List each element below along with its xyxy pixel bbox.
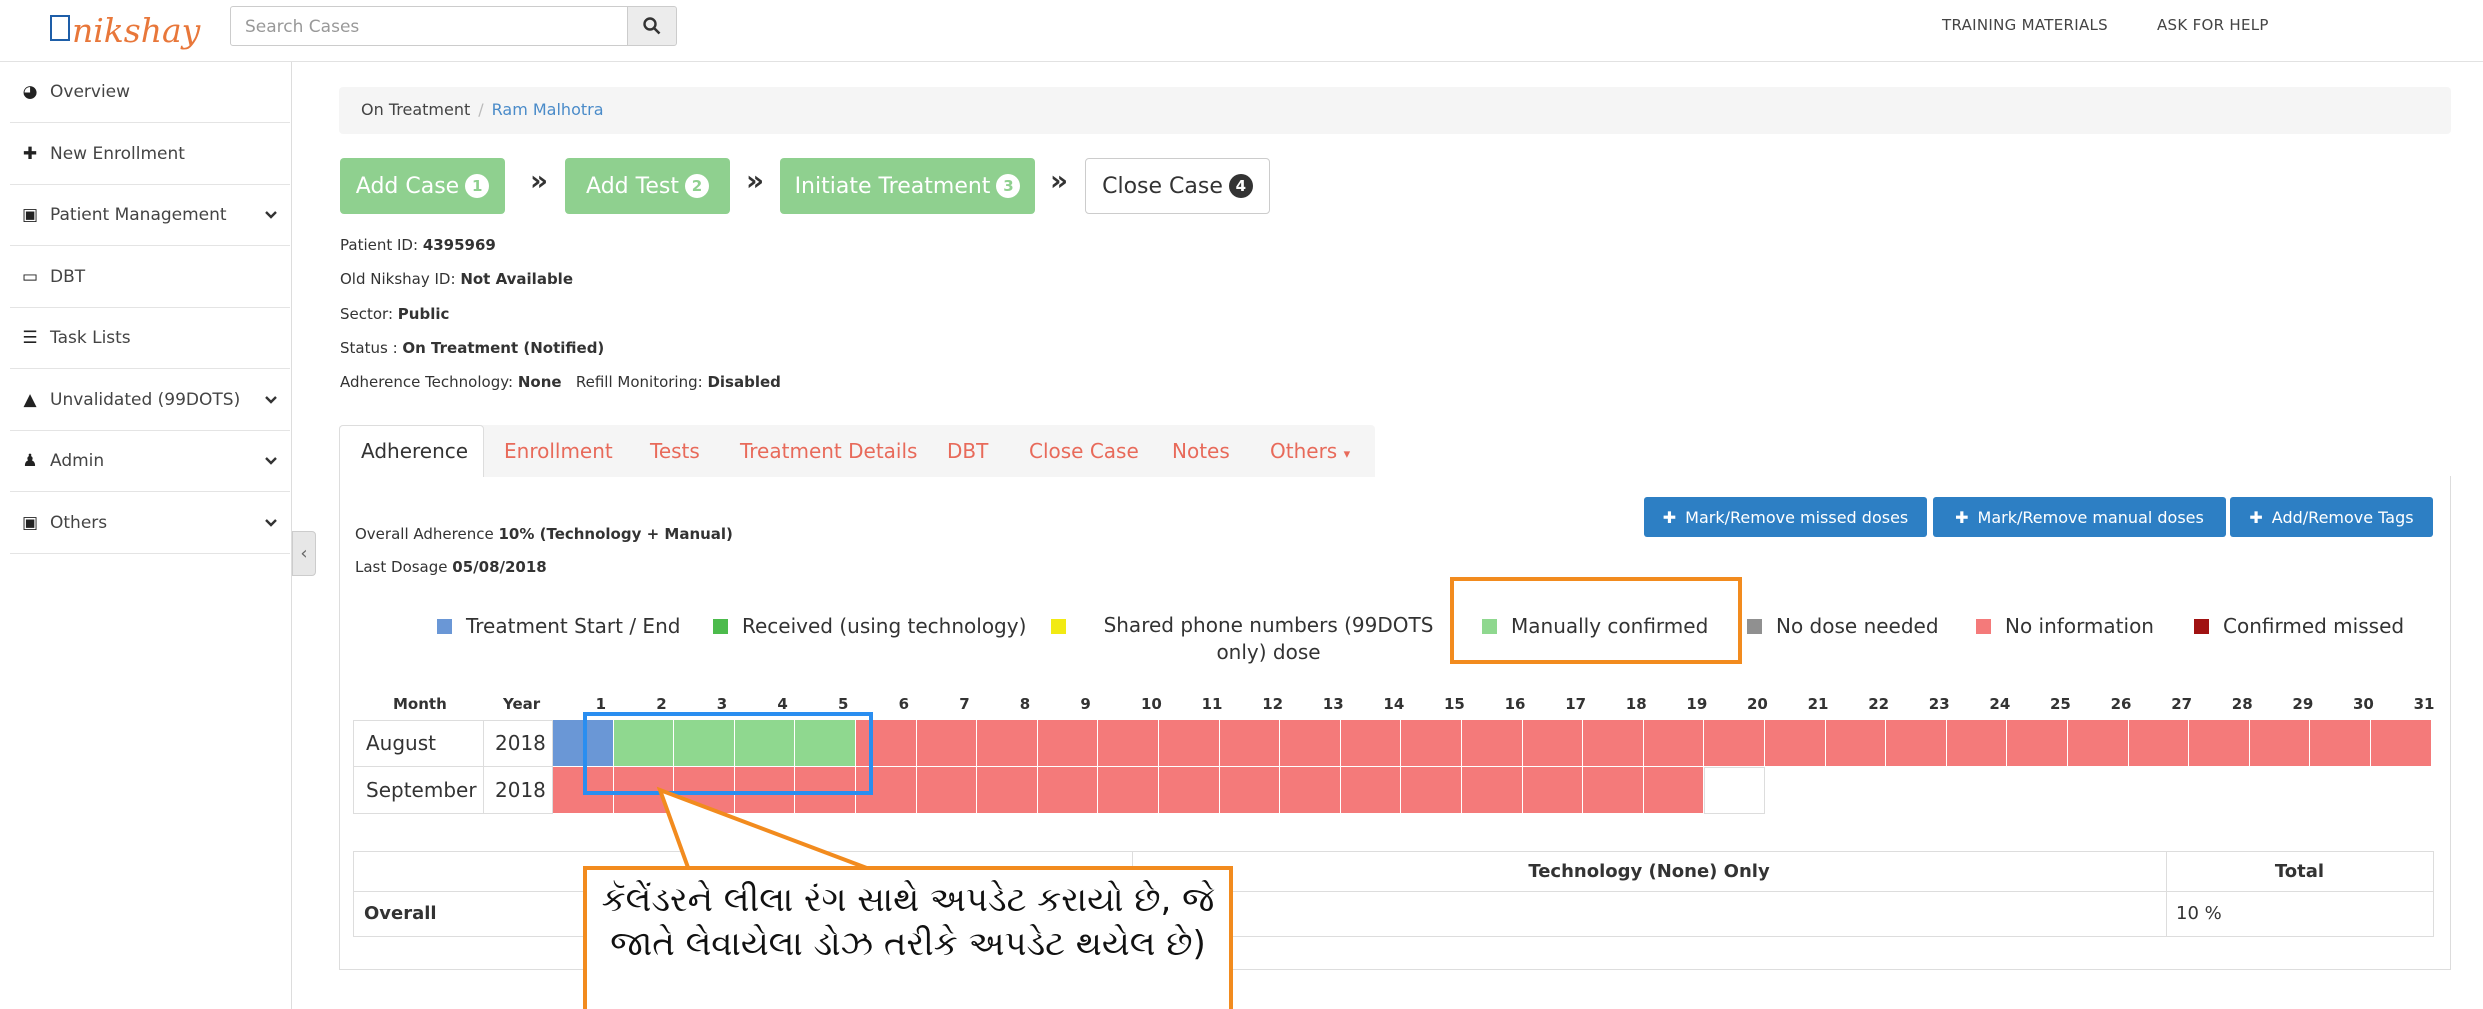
callout-pointer [656,786,881,875]
annotation-callout: કૅલેંડરને લીલા રંગ સાથે અપડેટ કરાયો છે, … [583,866,1233,1009]
